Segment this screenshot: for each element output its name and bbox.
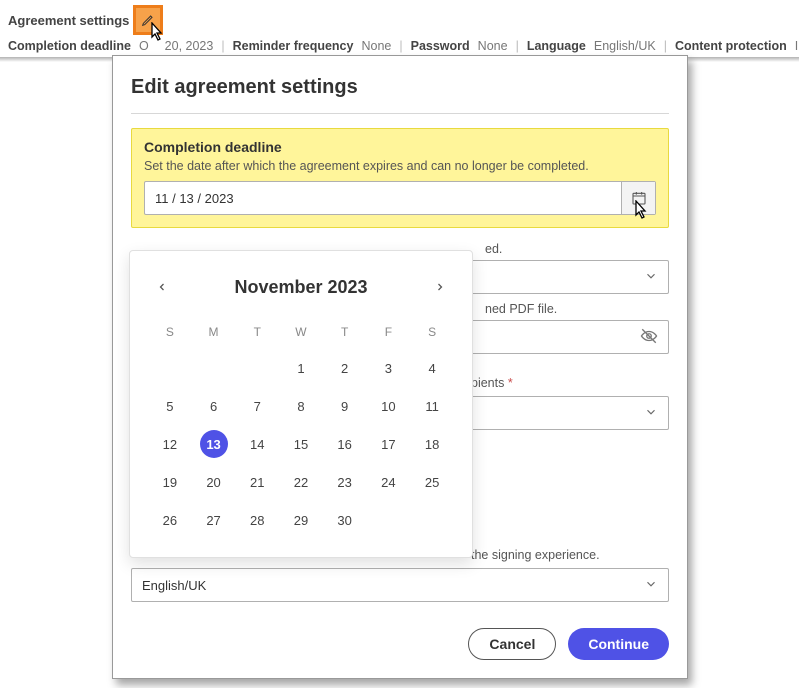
deadline-date-field[interactable] bbox=[144, 181, 656, 215]
chevron-down-icon bbox=[644, 269, 658, 286]
deadline-title: Completion deadline bbox=[144, 139, 656, 155]
completion-deadline-section: Completion deadline Set the date after w… bbox=[131, 128, 669, 228]
calendar-day[interactable]: 4 bbox=[410, 349, 454, 387]
deadline-desc: Set the date after which the agreement e… bbox=[144, 159, 656, 173]
summary-val-language: English/UK bbox=[594, 39, 656, 53]
weekday-header: S bbox=[148, 319, 192, 349]
topbar-summary: Completion deadline O 20, 2023 | Reminde… bbox=[8, 39, 791, 53]
calendar-day[interactable]: 20 bbox=[192, 463, 236, 501]
chevron-right-icon bbox=[434, 281, 446, 293]
calendar-day[interactable]: 22 bbox=[279, 463, 323, 501]
calendar-day[interactable]: 16 bbox=[323, 425, 367, 463]
calendar-day[interactable]: 12 bbox=[148, 425, 192, 463]
calendar-day bbox=[148, 349, 192, 387]
calendar-day bbox=[235, 349, 279, 387]
topbar: Agreement settings Completion deadline O… bbox=[0, 0, 799, 57]
calendar-day[interactable]: 11 bbox=[410, 387, 454, 425]
chevron-down-icon bbox=[644, 577, 658, 594]
weekday-header: T bbox=[235, 319, 279, 349]
chevron-down-icon bbox=[644, 405, 658, 422]
chevron-left-icon bbox=[156, 281, 168, 293]
summary-val-password: None bbox=[478, 39, 508, 53]
calendar-day[interactable]: 27 bbox=[192, 501, 236, 539]
summary-val-deadline: 20, 2023 bbox=[165, 39, 214, 53]
calendar-day[interactable]: 23 bbox=[323, 463, 367, 501]
calendar-day[interactable]: 17 bbox=[367, 425, 411, 463]
calendar-day[interactable]: 21 bbox=[235, 463, 279, 501]
language-select[interactable]: English/UK bbox=[131, 568, 669, 602]
calendar-day[interactable]: 26 bbox=[148, 501, 192, 539]
weekday-header: W bbox=[279, 319, 323, 349]
calendar-day[interactable]: 7 bbox=[235, 387, 279, 425]
summary-val-reminder: None bbox=[361, 39, 391, 53]
summary-key-protection: Content protection bbox=[675, 39, 787, 53]
summary-key-deadline: Completion deadline bbox=[8, 39, 131, 53]
weekday-header: T bbox=[323, 319, 367, 349]
summary-key-reminder: Reminder frequency bbox=[233, 39, 354, 53]
edit-settings-button[interactable] bbox=[133, 5, 163, 35]
summary-val-protection: Internal disabled & External enabled bbox=[795, 39, 799, 53]
language-value: English/UK bbox=[142, 578, 206, 593]
calendar-day[interactable]: 8 bbox=[279, 387, 323, 425]
modal-title: Edit agreement settings bbox=[131, 76, 669, 99]
calendar-day bbox=[367, 501, 411, 539]
edit-settings-modal: Edit agreement settings Completion deadl… bbox=[112, 55, 688, 679]
calendar-day[interactable]: 19 bbox=[148, 463, 192, 501]
weekday-header: M bbox=[192, 319, 236, 349]
calendar-next-month[interactable] bbox=[426, 273, 454, 301]
cursor-icon bbox=[630, 200, 652, 226]
calendar-day[interactable]: 3 bbox=[367, 349, 411, 387]
calendar-day[interactable]: 1 bbox=[279, 349, 323, 387]
calendar-day[interactable]: 30 bbox=[323, 501, 367, 539]
calendar-day[interactable]: 24 bbox=[367, 463, 411, 501]
calendar-day[interactable]: 18 bbox=[410, 425, 454, 463]
calendar-day[interactable]: 10 bbox=[367, 387, 411, 425]
calendar-day[interactable]: 15 bbox=[279, 425, 323, 463]
calendar-popover: November 2023 S M T W T F S bbox=[129, 250, 473, 558]
calendar-day[interactable]: 9 bbox=[323, 387, 367, 425]
calendar-day[interactable]: 2 bbox=[323, 349, 367, 387]
calendar-day[interactable]: 13 bbox=[192, 425, 236, 463]
calendar-day[interactable]: 28 bbox=[235, 501, 279, 539]
calendar-day[interactable]: 5 bbox=[148, 387, 192, 425]
topbar-title: Agreement settings bbox=[8, 13, 129, 28]
calendar-day[interactable]: 25 bbox=[410, 463, 454, 501]
calendar-day bbox=[192, 349, 236, 387]
weekday-header: F bbox=[367, 319, 411, 349]
calendar-day bbox=[410, 501, 454, 539]
weekday-header: S bbox=[410, 319, 454, 349]
summary-key-password: Password bbox=[411, 39, 470, 53]
calendar-prev-month[interactable] bbox=[148, 273, 176, 301]
eye-off-icon[interactable] bbox=[640, 327, 658, 348]
cursor-icon bbox=[146, 22, 168, 48]
calendar-month-label: November 2023 bbox=[234, 277, 367, 298]
calendar-day[interactable]: 29 bbox=[279, 501, 323, 539]
open-calendar-button[interactable] bbox=[621, 182, 655, 214]
summary-key-language: Language bbox=[527, 39, 586, 53]
calendar-day[interactable]: 14 bbox=[235, 425, 279, 463]
deadline-date-input[interactable] bbox=[145, 182, 621, 214]
continue-button[interactable]: Continue bbox=[568, 628, 669, 660]
cancel-button[interactable]: Cancel bbox=[468, 628, 556, 660]
divider bbox=[131, 113, 669, 114]
calendar-grid: S M T W T F S 12345678910111213141516171… bbox=[148, 319, 454, 539]
calendar-day[interactable]: 6 bbox=[192, 387, 236, 425]
